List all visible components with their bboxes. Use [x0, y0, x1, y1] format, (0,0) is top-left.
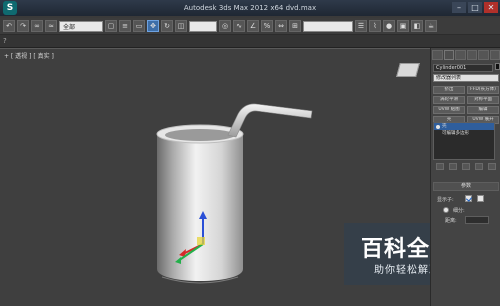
can-top-inner: [165, 129, 235, 141]
show-end-result-icon[interactable]: [448, 163, 457, 170]
modifier-list-dropdown[interactable]: 修改器列表: [433, 74, 499, 82]
selection-filter-dropdown[interactable]: 全部: [59, 20, 103, 32]
select-object-icon[interactable]: ▢: [105, 20, 117, 32]
tab-create[interactable]: [432, 50, 443, 60]
material-editor-icon[interactable]: ●: [383, 20, 395, 32]
distance-spinner[interactable]: [465, 216, 489, 224]
object-name-field[interactable]: Cylinder001: [433, 64, 493, 72]
undo-icon[interactable]: ↶: [3, 20, 15, 32]
stack-tools: [433, 163, 499, 171]
maximize-button[interactable]: □: [468, 2, 482, 13]
named-selection-dropdown[interactable]: [303, 20, 353, 32]
modifier-button-symmetry[interactable]: 对称平面: [467, 96, 499, 104]
pivot-icon[interactable]: ◎: [219, 20, 231, 32]
stack-item-label: 壳: [442, 124, 447, 129]
modifier-button-uvw-map[interactable]: UVW 贴图: [433, 106, 465, 114]
select-move-icon[interactable]: ✥: [147, 20, 159, 32]
stack-item-editable-poly[interactable]: 可编辑多边形: [434, 130, 494, 137]
select-rotate-icon[interactable]: ↻: [161, 20, 173, 32]
link-icon[interactable]: ∞: [31, 20, 43, 32]
stack-item-label: 可编辑多边形: [442, 131, 469, 136]
configure-sets-icon[interactable]: [488, 163, 497, 170]
param-label-display: 显示子:: [437, 197, 454, 203]
window-title: Autodesk 3ds Max 2012 x64 dvd.max: [183, 4, 317, 12]
parameters-rollout[interactable]: 参数: [433, 182, 499, 191]
tab-modify[interactable]: [443, 50, 454, 60]
region-select-icon[interactable]: ▭: [133, 20, 145, 32]
align-icon[interactable]: ⊞: [289, 20, 301, 32]
render-production-icon[interactable]: ☕: [425, 20, 437, 32]
tab-motion[interactable]: [466, 50, 477, 60]
can-body[interactable]: [157, 126, 243, 281]
panel-tabs: [432, 50, 500, 60]
unlink-icon[interactable]: ≈: [45, 20, 57, 32]
make-unique-icon[interactable]: [461, 163, 470, 170]
render-setup-icon[interactable]: ▣: [397, 20, 409, 32]
command-panel: Cylinder001 修改器列表 挤出 FFD(长方体) 涡轮平滑 对称平面 …: [430, 48, 500, 306]
command-prompt-mark: ?: [3, 37, 7, 45]
subdivide-radio[interactable]: [443, 207, 449, 213]
object-color-swatch[interactable]: [495, 63, 500, 70]
modifier-button-extrude[interactable]: 挤出: [433, 86, 465, 94]
pin-stack-icon[interactable]: [435, 163, 444, 170]
percent-snap-icon[interactable]: %: [261, 20, 273, 32]
modifier-stack[interactable]: 壳 可编辑多边形: [433, 122, 495, 160]
angle-snap-icon[interactable]: ∠: [247, 20, 259, 32]
modifier-button-ffd-box[interactable]: FFD(长方体): [467, 86, 499, 94]
modifier-buttons: 挤出 FFD(长方体) 涡轮平滑 对称平面 UVW 贴图 编辑 壳 UVW 展开: [433, 86, 499, 124]
param-label-subdivide: 细分:: [453, 208, 465, 214]
modifier-button-turbosmooth[interactable]: 涡轮平滑: [433, 96, 465, 104]
modifier-button-edit[interactable]: 编辑: [467, 106, 499, 114]
mirror-icon[interactable]: ⇔: [275, 20, 287, 32]
main-toolbar: ↶ ↷ ∞ ≈ 全部 ▢ ≡ ▭ ✥ ↻ ◫ ◎ ∿ ∠ % ⇔ ⊞ ☰ ⌇ ●…: [0, 18, 500, 35]
remove-modifier-icon[interactable]: [475, 163, 484, 170]
snap-toggle-icon[interactable]: ∿: [233, 20, 245, 32]
stack-item-shell[interactable]: 壳: [434, 123, 494, 130]
command-row: ?: [0, 35, 500, 48]
render-frame-icon[interactable]: ◧: [411, 20, 423, 32]
isoline-checkbox[interactable]: [477, 195, 484, 202]
perspective-viewport[interactable]: + [ 透视 ] [ 真实 ] 百科全说 助你轻松解决: [0, 48, 470, 306]
tab-hierarchy[interactable]: [455, 50, 466, 60]
reference-coordinate-dropdown[interactable]: [189, 20, 217, 32]
layer-manager-icon[interactable]: ☰: [355, 20, 367, 32]
tab-display[interactable]: [478, 50, 489, 60]
window-controls: – □ ✕: [452, 2, 498, 13]
close-button[interactable]: ✕: [484, 2, 498, 13]
param-label-distance: 距离:: [445, 218, 457, 224]
lightbulb-icon[interactable]: [436, 125, 440, 129]
curve-editor-icon[interactable]: ⌇: [369, 20, 381, 32]
viewcube-icon[interactable]: [396, 63, 420, 77]
select-scale-icon[interactable]: ◫: [175, 20, 187, 32]
display-subd-checkbox[interactable]: [465, 195, 472, 202]
minimize-button[interactable]: –: [452, 2, 466, 13]
app-window: S Autodesk 3ds Max 2012 x64 dvd.max – □ …: [0, 0, 500, 306]
redo-icon[interactable]: ↷: [17, 20, 29, 32]
title-bar: S Autodesk 3ds Max 2012 x64 dvd.max – □ …: [0, 0, 500, 16]
select-by-name-icon[interactable]: ≡: [119, 20, 131, 32]
tab-utilities[interactable]: [489, 50, 500, 60]
